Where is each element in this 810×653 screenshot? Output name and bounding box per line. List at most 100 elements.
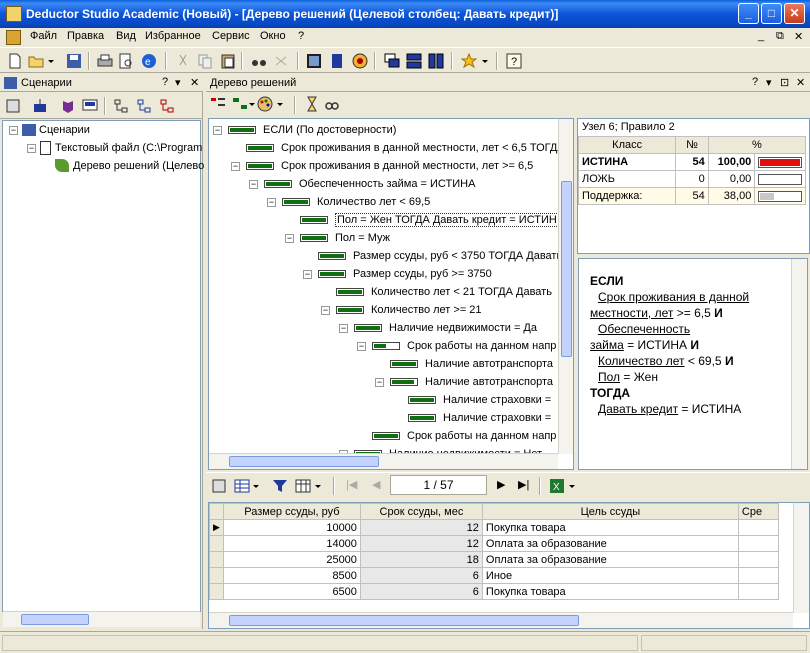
export-dropdown-icon[interactable] bbox=[568, 478, 576, 494]
tree-node-label[interactable]: Количество лет < 21 ТОГДА Давать bbox=[371, 286, 552, 298]
print-icon[interactable] bbox=[97, 53, 113, 69]
browser-icon[interactable]: e bbox=[141, 53, 157, 69]
find-node-icon[interactable] bbox=[324, 96, 340, 112]
table-row[interactable]: ▶ 10000 12 Покупка товара bbox=[209, 519, 779, 536]
table-cell[interactable]: 6 bbox=[359, 583, 483, 600]
tree-toggle[interactable]: − bbox=[9, 126, 18, 135]
tree-toggle[interactable]: − bbox=[249, 180, 258, 189]
table-view-icon[interactable] bbox=[234, 478, 250, 494]
maximize-button[interactable]: □ bbox=[761, 3, 782, 24]
menu-favorites[interactable]: Избранное bbox=[145, 30, 201, 42]
tree-node-label[interactable]: Количество лет < 69,5 bbox=[317, 196, 430, 208]
tree-toggle[interactable]: − bbox=[27, 144, 36, 153]
table-cell[interactable] bbox=[737, 567, 779, 584]
tree-node-label[interactable]: Размер ссуды, руб >= 3750 bbox=[353, 268, 492, 280]
tree-node[interactable]: Наличие страховки = bbox=[209, 392, 559, 410]
next-page-icon[interactable]: ▶ bbox=[497, 478, 505, 491]
tree-node-label[interactable]: Срок работы на данном напр bbox=[407, 430, 556, 442]
tree-node-label[interactable]: ЕСЛИ (По достоверности) bbox=[263, 124, 396, 136]
tile-vertical-icon[interactable] bbox=[428, 53, 444, 69]
tree-node[interactable]: − Количество лет < 69,5 bbox=[209, 194, 559, 212]
tree-toggle[interactable]: − bbox=[375, 378, 384, 387]
tree-node-label[interactable]: Наличие страховки = bbox=[443, 412, 551, 424]
tree-node-label[interactable]: Пол = Муж bbox=[335, 232, 390, 244]
tree-node[interactable]: Количество лет < 21 ТОГДА Давать bbox=[209, 284, 559, 302]
tree-toggle[interactable]: − bbox=[357, 342, 366, 351]
tree-node-label[interactable]: Обеспеченность займа = ИСТИНА bbox=[299, 178, 475, 190]
column-header[interactable]: Цель ссуды bbox=[481, 503, 739, 520]
window-help-button[interactable]: ? bbox=[752, 76, 758, 88]
row-indicator[interactable]: ▶ bbox=[209, 519, 224, 536]
table-row[interactable]: 25000 18 Оплата за образование bbox=[209, 551, 779, 568]
page-indicator[interactable]: 1 / 57 bbox=[390, 475, 487, 495]
tree-node[interactable]: Наличие автотранспорта bbox=[209, 356, 559, 374]
window-menu-button[interactable]: ▾ bbox=[766, 76, 772, 89]
table-cell[interactable]: Иное bbox=[481, 567, 739, 584]
tree-move-icon[interactable] bbox=[159, 98, 175, 114]
rule-list-icon[interactable] bbox=[210, 96, 226, 112]
tree-toggle[interactable]: − bbox=[303, 270, 312, 279]
window-close-button[interactable]: ✕ bbox=[796, 76, 805, 89]
table-cell[interactable] bbox=[737, 519, 779, 536]
favorites-dropdown-icon[interactable] bbox=[481, 53, 489, 69]
window-float-button[interactable]: ⊡ bbox=[780, 76, 789, 89]
tree-node[interactable]: − Размер ссуды, руб >= 3750 bbox=[209, 266, 559, 284]
table-properties-icon[interactable] bbox=[211, 478, 227, 494]
panel-close-button[interactable]: ✕ bbox=[190, 76, 199, 89]
palette-dropdown-icon[interactable] bbox=[276, 96, 284, 112]
mdi-minimize-button[interactable]: _ bbox=[758, 30, 764, 42]
tree-node-label[interactable]: Срок работы на данном напр bbox=[407, 340, 556, 352]
tree-vscrollbar[interactable] bbox=[558, 119, 573, 454]
binoculars-icon[interactable] bbox=[251, 53, 267, 69]
tree-toggle[interactable]: − bbox=[285, 234, 294, 243]
scrollbar-thumb[interactable] bbox=[229, 456, 379, 467]
table-cell[interactable]: 8500 bbox=[222, 567, 361, 584]
columns-dropdown-icon[interactable] bbox=[314, 478, 322, 494]
column-header[interactable]: Сре bbox=[737, 503, 779, 520]
tree-node-label[interactable]: Размер ссуды, руб < 3750 ТОГДА Давать bbox=[353, 250, 562, 262]
tree-node[interactable]: Срок работы на данном напр bbox=[209, 428, 559, 446]
table-cell[interactable]: 10000 bbox=[222, 519, 361, 536]
menu-edit[interactable]: Правка bbox=[67, 30, 104, 42]
open-folder-icon[interactable] bbox=[28, 53, 44, 69]
tree-node[interactable]: − Пол = Муж bbox=[209, 230, 559, 248]
filter-icon[interactable] bbox=[272, 478, 288, 494]
menu-window[interactable]: Окно bbox=[260, 30, 286, 42]
cascade-icon[interactable] bbox=[384, 53, 400, 69]
wizard-handler-icon[interactable] bbox=[60, 98, 76, 114]
tree-toggle[interactable]: − bbox=[213, 126, 222, 135]
help-icon[interactable]: ? bbox=[506, 53, 522, 69]
table-cell[interactable]: 12 bbox=[359, 535, 483, 552]
table-cell[interactable]: 6500 bbox=[222, 583, 361, 600]
tree-node-label[interactable]: Срок проживания в данной местности, лет … bbox=[281, 142, 565, 154]
tree-node-scenarios[interactable]: Сценарии bbox=[39, 124, 90, 136]
row-indicator[interactable] bbox=[209, 535, 224, 552]
first-page-icon[interactable]: |◀ bbox=[346, 478, 357, 491]
tree-toggle[interactable]: − bbox=[321, 306, 330, 315]
find-next-icon[interactable] bbox=[273, 53, 289, 69]
tree-node[interactable]: − Наличие автотранспорта bbox=[209, 374, 559, 392]
table-cell[interactable]: Покупка товара bbox=[481, 583, 739, 600]
table-cell[interactable]: 12 bbox=[359, 519, 483, 536]
rule-vscrollbar[interactable] bbox=[791, 259, 807, 469]
column-header[interactable]: Размер ссуды, руб bbox=[222, 503, 361, 520]
paste-icon[interactable] bbox=[220, 53, 236, 69]
tree-toggle[interactable]: − bbox=[231, 162, 240, 171]
tree-node[interactable]: − Наличие недвижимости = Да bbox=[209, 320, 559, 338]
new-file-icon[interactable] bbox=[7, 53, 23, 69]
favorites-star-icon[interactable] bbox=[461, 53, 477, 69]
tree-node[interactable]: Пол = Жен ТОГДА Давать кредит = ИСТИН bbox=[209, 212, 559, 230]
menu-service[interactable]: Сервис bbox=[212, 30, 250, 42]
menu-file[interactable]: Файл bbox=[30, 30, 57, 42]
table-row[interactable]: 14000 12 Оплата за образование bbox=[209, 535, 779, 552]
menu-view[interactable]: Вид bbox=[116, 30, 136, 42]
tree-node-label[interactable]: Срок проживания в данной местности, лет … bbox=[281, 160, 533, 172]
row-indicator[interactable] bbox=[209, 583, 224, 600]
tree-node-text-file[interactable]: Текстовый файл (C:\Program bbox=[55, 142, 202, 154]
save-icon[interactable] bbox=[66, 53, 82, 69]
hourglass-icon[interactable] bbox=[304, 96, 320, 112]
excel-export-icon[interactable]: X bbox=[549, 478, 565, 494]
prev-page-icon[interactable]: ◀ bbox=[372, 478, 380, 491]
close-button[interactable]: ✕ bbox=[784, 3, 805, 24]
scrollbar-thumb[interactable] bbox=[561, 181, 572, 357]
